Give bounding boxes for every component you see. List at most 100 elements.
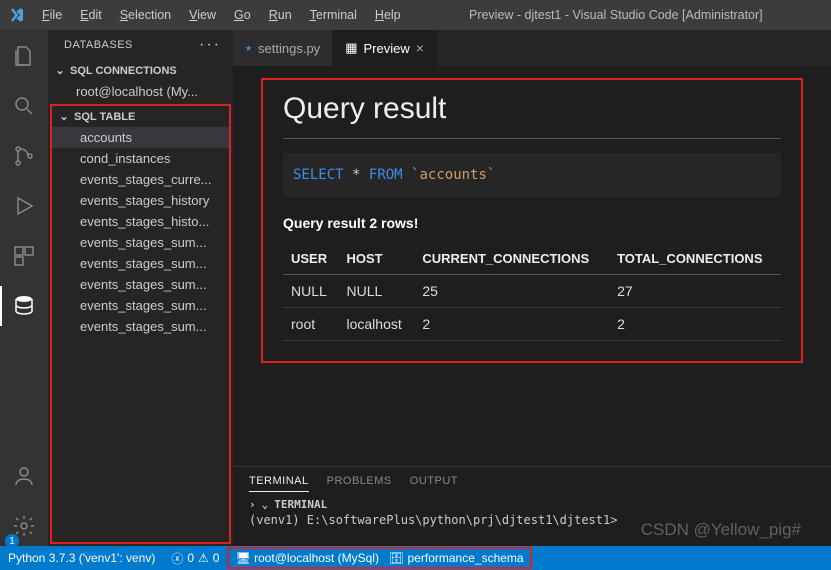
col-header: USER [283,243,339,275]
cell: 2 [414,308,609,341]
status-bar: Python 3.7.3 ('venv1': venv) ⓧ 0 ⚠ 0 🖥 roo… [0,546,831,570]
table-item[interactable]: accounts [52,127,229,148]
cell: localhost [339,308,415,341]
sql-keyword: FROM [369,167,403,183]
menu-go[interactable]: Go [226,4,259,26]
terminal-title: TERMINAL [274,498,327,511]
cell: 2 [609,308,781,341]
table-item[interactable]: events_stages_sum... [52,316,229,337]
status-connection-box: 🖥 root@localhost (MySql) 🗄 performance_s… [227,547,531,569]
tab-bar: ⭑ settings.py ▦ Preview × [233,30,831,66]
plug-icon: 🖥 [235,551,250,565]
account-icon[interactable] [0,456,48,496]
table-item[interactable]: events_stages_sum... [52,295,229,316]
menu-run[interactable]: Run [261,4,300,26]
col-header: CURRENT_CONNECTIONS [414,243,609,275]
chevron-down-icon: ⌄ [54,64,66,77]
sql-keyword: SELECT [293,167,344,183]
table-row[interactable]: NULL NULL 25 27 [283,275,781,308]
table-item[interactable]: cond_instances [52,148,229,169]
warning-count: 0 [213,551,220,565]
section-sql-connections[interactable]: ⌄ SQL CONNECTIONS [48,60,233,81]
section-sql-table[interactable]: ⌄ SQL TABLE [52,106,229,127]
table-item[interactable]: events_stages_histo... [52,211,229,232]
chevron-right-icon: › [249,498,256,511]
sql-statement: SELECT * FROM `accounts` [283,153,781,197]
tab-preview[interactable]: ▦ Preview × [333,30,437,66]
sql-table-section: ⌄ SQL TABLE accounts cond_instances even… [50,104,231,544]
menu-selection[interactable]: Selection [112,4,179,26]
warning-icon: ⚠ [198,551,209,565]
status-errors[interactable]: ⓧ 0 ⚠ 0 [163,546,227,570]
panel-tab-problems[interactable]: PROBLEMS [327,471,392,492]
terminal-line: (venv1) E:\softwarePlus\python\prj\djtes… [249,513,815,527]
cell: NULL [339,275,415,308]
preview-icon: ▦ [345,40,357,56]
chevron-down-icon: ⌄ [262,498,269,511]
sidebar-title: DATABASES [64,39,133,51]
panel-tab-output[interactable]: OUTPUT [410,471,458,492]
panel-tabs: TERMINAL PROBLEMS OUTPUT [233,467,831,496]
status-database[interactable]: 🗄 performance_schema [389,551,524,565]
status-connection-label: root@localhost (MySql) [254,551,379,565]
table-item[interactable]: events_stages_history [52,190,229,211]
source-control-icon[interactable] [0,136,48,176]
sidebar: DATABASES ··· ⌄ SQL CONNECTIONS root@loc… [48,30,233,546]
cell: root [283,308,339,341]
settings-badge: 1 [5,534,19,548]
status-connection[interactable]: 🖥 root@localhost (MySql) [235,551,378,565]
section-label: SQL TABLE [74,111,135,123]
sql-table-name: `accounts` [411,167,495,183]
table-item[interactable]: events_stages_curre... [52,169,229,190]
tab-label: Preview [363,41,409,56]
run-debug-icon[interactable] [0,186,48,226]
title-bar: File Edit Selection View Go Run Terminal… [0,0,831,30]
bottom-panel: TERMINAL PROBLEMS OUTPUT › ⌄ TERMINAL (v… [233,466,831,546]
table-item[interactable]: events_stages_sum... [52,274,229,295]
error-icon: ⓧ [171,550,183,567]
cell: NULL [283,275,339,308]
preview-pane: Query result SELECT * FROM `accounts` Qu… [233,66,831,466]
sql-star: * [352,167,360,183]
editor-area: ⭑ settings.py ▦ Preview × Query result S… [233,30,831,546]
menu-bar: File Edit Selection View Go Run Terminal… [34,4,409,26]
col-header: HOST [339,243,415,275]
activity-bar: 1 [0,30,48,546]
settings-gear-icon[interactable]: 1 [0,506,48,546]
status-python[interactable]: Python 3.7.3 ('venv1': venv) [0,546,163,570]
search-icon[interactable] [0,86,48,126]
vscode-logo-icon [8,6,26,24]
connection-item[interactable]: root@localhost (My... [48,81,233,102]
section-label: SQL CONNECTIONS [70,65,177,77]
query-result-box: Query result SELECT * FROM `accounts` Qu… [261,78,803,363]
menu-view[interactable]: View [181,4,224,26]
explorer-icon[interactable] [0,36,48,76]
database-icon[interactable] [0,286,48,326]
terminal-body[interactable]: › ⌄ TERMINAL (venv1) E:\softwarePlus\pyt… [233,496,831,529]
table-item[interactable]: events_stages_sum... [52,232,229,253]
chevron-down-icon: ⌄ [58,110,70,123]
menu-terminal[interactable]: Terminal [302,4,365,26]
table-row[interactable]: root localhost 2 2 [283,308,781,341]
python-icon: ⭑ [245,40,252,56]
cell: 25 [414,275,609,308]
col-header: TOTAL_CONNECTIONS [609,243,781,275]
menu-file[interactable]: File [34,4,70,26]
table-item[interactable]: events_stages_sum... [52,253,229,274]
cell: 27 [609,275,781,308]
extensions-icon[interactable] [0,236,48,276]
tab-settings-py[interactable]: ⭑ settings.py [233,30,333,66]
row-count-info: Query result 2 rows! [283,215,781,231]
panel-tab-terminal[interactable]: TERMINAL [249,471,309,492]
more-icon[interactable]: ··· [199,36,221,54]
tab-label: settings.py [258,41,320,56]
menu-edit[interactable]: Edit [72,4,110,26]
error-count: 0 [187,551,194,565]
status-database-label: performance_schema [408,551,524,565]
menu-help[interactable]: Help [367,4,409,26]
db-icon: 🗄 [389,551,404,565]
result-table: USER HOST CURRENT_CONNECTIONS TOTAL_CONN… [283,243,781,341]
query-result-heading: Query result [283,86,781,139]
close-icon[interactable]: × [416,40,424,56]
window-title: Preview - djtest1 - Visual Studio Code [… [409,8,823,22]
